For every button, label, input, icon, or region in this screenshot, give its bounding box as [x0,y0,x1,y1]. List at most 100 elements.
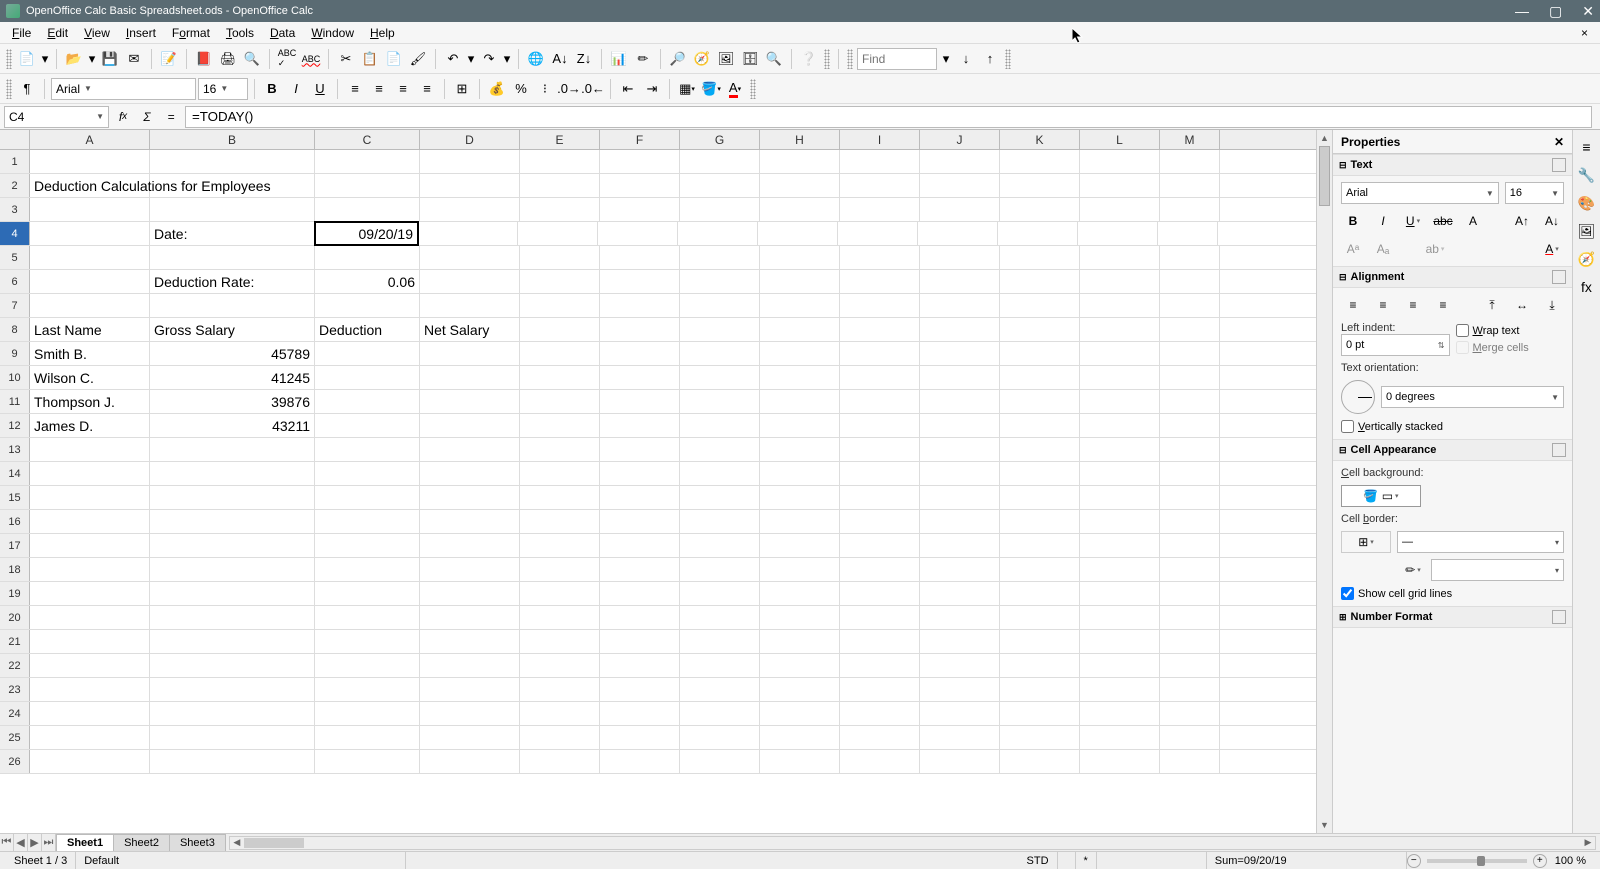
cell-B21[interactable] [150,630,315,653]
cell-L23[interactable] [1080,678,1160,701]
tab-nav-first[interactable]: ⏮ [0,834,14,851]
cell-B11[interactable]: 39876 [150,390,315,413]
panel-underline-button[interactable]: U▾ [1401,210,1425,232]
cell-C7[interactable] [315,294,420,317]
spreadsheet-grid[interactable]: ABCDEFGHIJKLM 12Deduction Calculations f… [0,130,1316,833]
cell-L20[interactable] [1080,606,1160,629]
close-panel-button[interactable]: ✕ [1554,135,1564,149]
cell-I3[interactable] [840,198,920,221]
cell-E16[interactable] [520,510,600,533]
cell-M1[interactable] [1160,150,1220,173]
panel-align-left[interactable]: ≡ [1341,294,1365,316]
cell-C24[interactable] [315,702,420,725]
cell-M7[interactable] [1160,294,1220,317]
find-replace-button[interactable]: 🔎 [667,48,689,70]
cell-A18[interactable] [30,558,150,581]
cell-J17[interactable] [920,534,1000,557]
cell-B24[interactable] [150,702,315,725]
cell-D21[interactable] [420,630,520,653]
panel-valign-middle[interactable]: ↔ [1510,294,1534,316]
row-header-5[interactable]: 5 [0,246,30,269]
cell-B12[interactable]: 43211 [150,414,315,437]
panel-shrink-font-button[interactable]: A↓ [1540,210,1564,232]
minimize-button[interactable]: — [1515,3,1529,20]
cell-D13[interactable] [420,438,520,461]
cell-bg-color[interactable]: 🪣 ▭ ▾ [1341,485,1421,507]
cell-D5[interactable] [420,246,520,269]
cell-I8[interactable] [840,318,920,341]
panel-font-name[interactable]: Arial▼ [1341,182,1499,204]
cell-G10[interactable] [680,366,760,389]
cell-H5[interactable] [760,246,840,269]
name-box[interactable]: C4▼ [4,106,109,128]
cell-M16[interactable] [1160,510,1220,533]
cell-B8[interactable]: Gross Salary [150,318,315,341]
cell-A8[interactable]: Last Name [30,318,150,341]
row-header-10[interactable]: 10 [0,366,30,389]
cell-F21[interactable] [600,630,680,653]
cell-C13[interactable] [315,438,420,461]
cell-D15[interactable] [420,486,520,509]
cell-G20[interactable] [680,606,760,629]
find-input[interactable] [857,48,937,70]
cell-L1[interactable] [1080,150,1160,173]
edit-file-button[interactable]: 📝 [158,48,180,70]
cell-F4[interactable] [598,222,678,245]
cell-E23[interactable] [520,678,600,701]
cell-I11[interactable] [840,390,920,413]
cell-A5[interactable] [30,246,150,269]
cell-L17[interactable] [1080,534,1160,557]
panel-valign-bottom[interactable]: ⤓ [1540,294,1564,316]
cell-D11[interactable] [420,390,520,413]
cell-F3[interactable] [600,198,680,221]
cell-E5[interactable] [520,246,600,269]
menu-view[interactable]: View [76,24,118,42]
menu-insert[interactable]: Insert [118,24,164,42]
cell-E4[interactable] [518,222,598,245]
cell-E1[interactable] [520,150,600,173]
cell-M26[interactable] [1160,750,1220,773]
cell-J16[interactable] [920,510,1000,533]
panel-align-center[interactable]: ≡ [1371,294,1395,316]
cell-C26[interactable] [315,750,420,773]
appearance-section-header[interactable]: ⊟Cell Appearance [1333,439,1572,461]
functions-tab-icon[interactable]: fx [1576,276,1598,298]
properties-tab-icon[interactable]: 🔧 [1576,164,1598,186]
cell-B1[interactable] [150,150,315,173]
cell-L21[interactable] [1080,630,1160,653]
panel-highlight-button[interactable]: ab▾ [1423,238,1447,260]
cell-F26[interactable] [600,750,680,773]
undo-dropdown[interactable]: ▾ [466,48,476,70]
cell-H26[interactable] [760,750,840,773]
row-header-2[interactable]: 2 [0,174,30,197]
show-gridlines-check[interactable]: Show cell grid lines [1341,587,1564,600]
orientation-degrees[interactable]: 0 degrees▼ [1381,386,1564,408]
find-next-button[interactable]: ↓ [955,48,977,70]
panel-shadow-button[interactable]: A [1461,210,1485,232]
cell-E24[interactable] [520,702,600,725]
cell-A15[interactable] [30,486,150,509]
cell-B15[interactable] [150,486,315,509]
cell-F11[interactable] [600,390,680,413]
cell-I4[interactable] [838,222,918,245]
cell-A9[interactable]: Smith B. [30,342,150,365]
cell-E13[interactable] [520,438,600,461]
horizontal-scrollbar[interactable]: ◀▶ [229,836,1596,850]
cell-E12[interactable] [520,414,600,437]
bold-button[interactable]: B [261,78,283,100]
cell-B9[interactable]: 45789 [150,342,315,365]
cell-F8[interactable] [600,318,680,341]
cell-H21[interactable] [760,630,840,653]
status-style[interactable]: Default [76,852,406,869]
cell-G2[interactable] [680,174,760,197]
cell-I2[interactable] [840,174,920,197]
styles-tab-icon[interactable]: 🎨 [1576,192,1598,214]
row-header-8[interactable]: 8 [0,318,30,341]
cell-K8[interactable] [1000,318,1080,341]
cell-A13[interactable] [30,438,150,461]
cell-M4[interactable] [1158,222,1218,245]
row-header-6[interactable]: 6 [0,270,30,293]
cell-D3[interactable] [420,198,520,221]
cell-D6[interactable] [420,270,520,293]
status-selection-mode[interactable] [1058,852,1076,869]
